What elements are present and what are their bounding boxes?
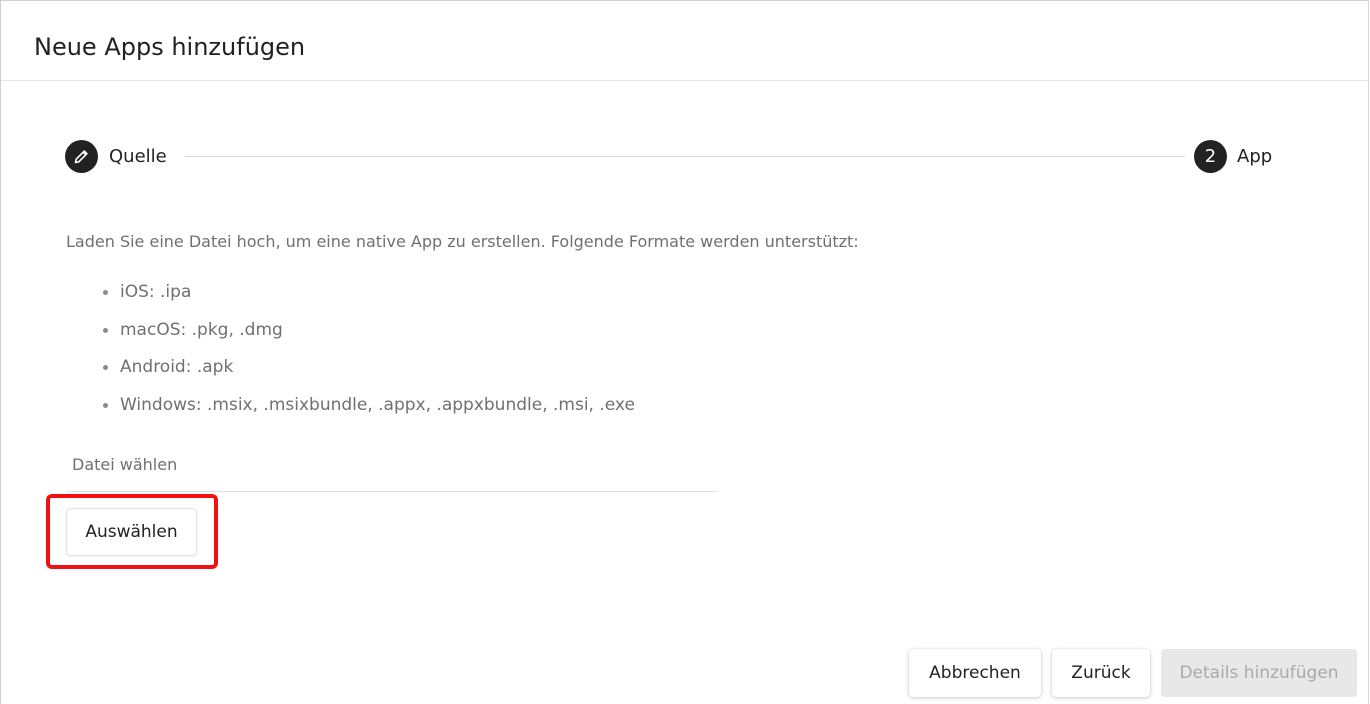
step-source-indicator[interactable]	[65, 140, 98, 173]
add-apps-dialog: Neue Apps hinzufügen Quelle 2 App Laden …	[0, 0, 1369, 704]
file-field-label: Datei wählen	[72, 455, 178, 474]
list-item: macOS: .pkg, .dmg	[103, 318, 635, 356]
intro-text: Laden Sie eine Datei hoch, um eine nativ…	[66, 232, 859, 251]
dialog-header: Neue Apps hinzufügen	[1, 1, 1368, 81]
step-source-label: Quelle	[109, 146, 167, 167]
step-connector	[185, 156, 1185, 157]
step-app-indicator: 2	[1194, 140, 1227, 173]
pencil-icon	[74, 150, 88, 164]
choose-file-button[interactable]: Auswählen	[66, 508, 197, 556]
back-button[interactable]: Zurück	[1052, 649, 1150, 697]
list-item: Android: .apk	[103, 355, 635, 393]
step-app-label: App	[1237, 146, 1273, 167]
list-item: iOS: .ipa	[103, 280, 635, 318]
list-item: Windows: .msix, .msixbundle, .appx, .app…	[103, 393, 635, 431]
file-field-divider	[66, 491, 718, 492]
add-details-button[interactable]: Details hinzufügen	[1161, 649, 1357, 697]
dialog-title: Neue Apps hinzufügen	[34, 33, 306, 61]
supported-formats-list: iOS: .ipa macOS: .pkg, .dmg Android: .ap…	[103, 280, 635, 431]
stepper: Quelle 2 App	[65, 140, 1285, 174]
cancel-button[interactable]: Abbrechen	[909, 649, 1041, 697]
